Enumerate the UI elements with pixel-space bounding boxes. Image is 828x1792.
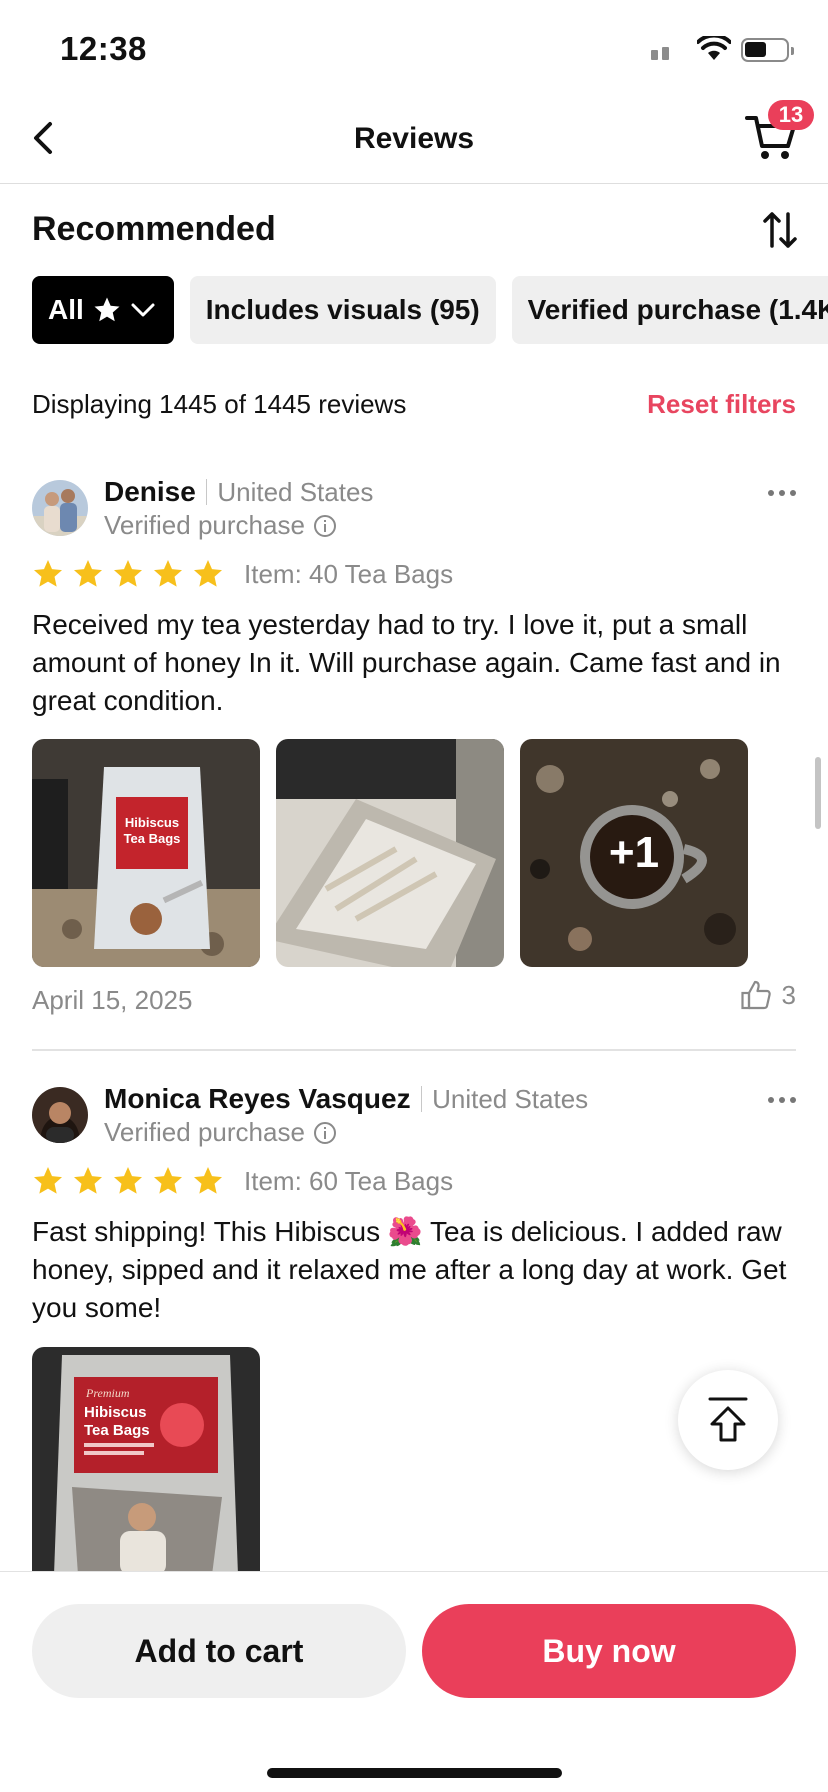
reviewer-name[interactable]: Denise bbox=[104, 476, 196, 508]
like-button[interactable]: 3 bbox=[740, 979, 796, 1011]
filter-chip-all-stars[interactable]: All bbox=[32, 276, 174, 344]
sort-icon[interactable] bbox=[762, 210, 798, 250]
reviews-screen: 12:38 Reviews 13 Recommended All Include… bbox=[0, 0, 828, 1792]
home-indicator[interactable] bbox=[267, 1768, 562, 1778]
review-photo[interactable]: +1 bbox=[520, 739, 748, 967]
review-photos: Premium Hibiscus Tea Bags bbox=[32, 1347, 260, 1571]
filter-chip-visuals[interactable]: Includes visuals (95) bbox=[189, 276, 496, 344]
reviewer-country: United States bbox=[432, 1083, 589, 1114]
back-to-top-button[interactable] bbox=[678, 1370, 778, 1470]
verified-purchase: Verified purchase bbox=[104, 1117, 337, 1148]
star-icon bbox=[194, 560, 222, 587]
star-icon bbox=[94, 297, 120, 322]
star-icon bbox=[154, 1167, 182, 1194]
wifi-icon bbox=[697, 36, 731, 60]
chevron-down-icon bbox=[131, 303, 155, 317]
status-time: 12:38 bbox=[60, 30, 147, 67]
bottom-action-bar: Add to cart Buy now bbox=[0, 1571, 828, 1792]
svg-text:Hibiscus: Hibiscus bbox=[125, 815, 179, 830]
sort-label[interactable]: Recommended bbox=[32, 210, 798, 249]
review-count-text: Displaying 1445 of 1445 reviews bbox=[32, 389, 407, 419]
review-date: April 15, 2025 bbox=[32, 985, 193, 1015]
star-icon bbox=[154, 560, 182, 587]
review-divider bbox=[32, 1049, 796, 1051]
filter-chip-all-label: All bbox=[48, 294, 84, 325]
rating-row: Item: 40 Tea Bags bbox=[32, 558, 453, 590]
status-bar: 12:38 bbox=[0, 0, 828, 92]
star-icon bbox=[114, 1167, 142, 1194]
review-photo[interactable] bbox=[276, 739, 504, 967]
filter-chips: All Includes visuals (95) Verified purch… bbox=[32, 276, 828, 344]
star-icon bbox=[34, 1167, 62, 1194]
page-title: Reviews bbox=[353, 122, 475, 155]
arrow-up-icon bbox=[708, 1397, 748, 1442]
reviewer-name-row: Monica Reyes Vasquez United States bbox=[104, 1083, 588, 1115]
verified-purchase-label: Verified purchase bbox=[104, 1117, 305, 1147]
review-photos: Hibiscus Tea Bags +1 bbox=[32, 739, 748, 967]
battery-icon bbox=[741, 38, 794, 62]
star-icon bbox=[74, 560, 102, 587]
item-variant: Item: 40 Tea Bags bbox=[244, 558, 454, 589]
avatar[interactable] bbox=[32, 480, 88, 536]
reviewer-country: United States bbox=[217, 476, 374, 507]
svg-text:Tea Bags: Tea Bags bbox=[124, 831, 181, 846]
svg-text:Premium: Premium bbox=[85, 1386, 130, 1400]
verified-purchase: Verified purchase bbox=[104, 510, 337, 541]
cart-count-badge: 13 bbox=[768, 100, 814, 130]
more-photos-count: +1 bbox=[608, 828, 660, 877]
thumbs-up-icon bbox=[740, 980, 771, 1010]
review-photo[interactable]: Hibiscus Tea Bags bbox=[32, 739, 260, 967]
buy-now-button[interactable]: Buy now bbox=[422, 1604, 796, 1698]
like-count: 3 bbox=[781, 979, 796, 1010]
scroll-indicator[interactable] bbox=[815, 757, 821, 829]
cellular-signal-icon bbox=[651, 47, 669, 60]
info-icon[interactable] bbox=[313, 514, 337, 538]
nav-bar: Reviews 13 bbox=[0, 92, 828, 184]
reset-filters-link[interactable]: Reset filters bbox=[647, 389, 796, 420]
star-icon bbox=[74, 1167, 102, 1194]
verified-purchase-label: Verified purchase bbox=[104, 510, 305, 540]
review-summary: Displaying 1445 of 1445 reviews Reset fi… bbox=[32, 389, 796, 420]
more-options-icon[interactable] bbox=[768, 490, 796, 496]
svg-text:Tea Bags: Tea Bags bbox=[84, 1422, 150, 1439]
review-footer: April 15, 2025 3 bbox=[32, 980, 796, 1016]
sort-row[interactable]: Recommended bbox=[32, 210, 798, 254]
review-photo[interactable]: Premium Hibiscus Tea Bags bbox=[32, 1347, 260, 1571]
rating-row: Item: 60 Tea Bags bbox=[32, 1165, 453, 1197]
more-options-icon[interactable] bbox=[768, 1097, 796, 1103]
filter-chip-verified[interactable]: Verified purchase (1.4K) bbox=[511, 276, 828, 344]
review-text: Fast shipping! This Hibiscus 🌺 Tea is de… bbox=[32, 1216, 787, 1323]
item-variant: Item: 60 Tea Bags bbox=[244, 1165, 454, 1196]
svg-text:Hibiscus: Hibiscus bbox=[84, 1404, 147, 1421]
review-text: Received my tea yesterday had to try. I … bbox=[32, 609, 781, 716]
info-icon[interactable] bbox=[313, 1121, 337, 1145]
add-to-cart-button[interactable]: Add to cart bbox=[32, 1604, 406, 1698]
reviewer-name-row: Denise United States bbox=[104, 476, 373, 508]
star-icon bbox=[34, 560, 62, 587]
star-icon bbox=[114, 560, 142, 587]
star-icon bbox=[194, 1167, 222, 1194]
avatar[interactable] bbox=[32, 1087, 88, 1143]
reviewer-name[interactable]: Monica Reyes Vasquez bbox=[104, 1083, 411, 1115]
